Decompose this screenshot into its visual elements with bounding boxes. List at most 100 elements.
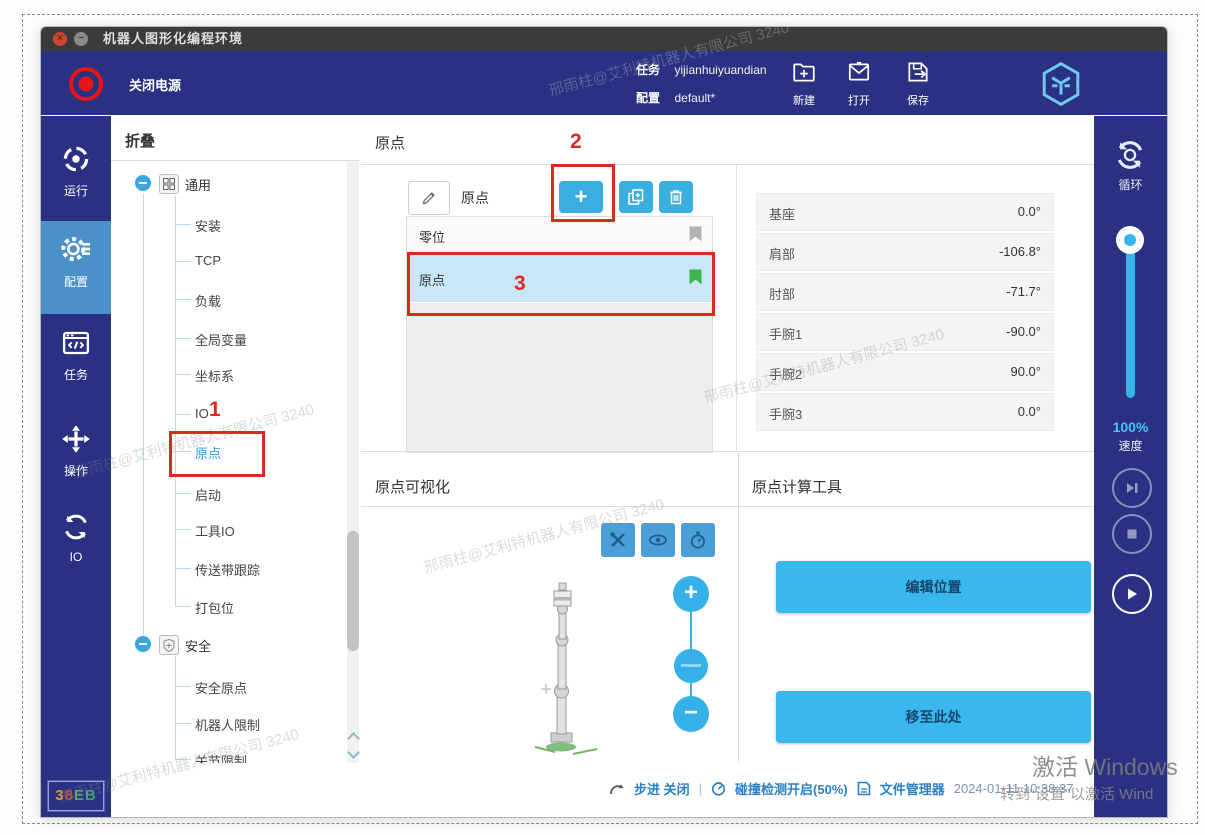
tools-panel-title: 原点计算工具 — [752, 476, 842, 497]
move-here-button[interactable]: 移至此处 — [776, 691, 1091, 743]
robot-3d-view[interactable] — [511, 571, 631, 761]
code-char: 3 — [55, 787, 64, 804]
window-title: 机器人图形化编程环境 — [103, 27, 243, 51]
sidebar-label-run: 运行 — [41, 182, 111, 199]
section-title: 原点 — [375, 132, 405, 153]
config-row: 配置 default* — [636, 89, 715, 107]
skip-end-icon — [1124, 480, 1140, 496]
delete-home-button[interactable] — [659, 181, 693, 213]
bookmark-gray-icon[interactable] — [689, 226, 702, 245]
rename-home-button[interactable] — [408, 181, 450, 215]
stop-button[interactable] — [1112, 514, 1152, 554]
sidebar-item-operate[interactable]: 操作 — [41, 424, 111, 479]
tree-item-coord-system[interactable]: 坐标系 — [111, 362, 347, 386]
loop-icon[interactable] — [1113, 138, 1147, 172]
tree-item-robot-limits[interactable]: 机器人限制 — [111, 711, 347, 735]
power-label[interactable]: 关闭电源 — [129, 75, 181, 94]
viz-visibility-button[interactable] — [641, 523, 675, 557]
home-section: 原点 原点 + — [361, 116, 1094, 764]
annotation-box-3 — [407, 252, 715, 316]
save-task-button[interactable]: 保存 — [891, 59, 945, 108]
collision-status[interactable]: 碰撞检测开启(50%) — [735, 779, 848, 798]
tree-collapse-header[interactable]: 折叠 — [125, 130, 155, 151]
annotation-number-3: 3 — [514, 272, 526, 296]
tree-item-payload[interactable]: 负载 — [111, 287, 347, 311]
step-end-button[interactable] — [1112, 468, 1152, 508]
tree-item-tool-io[interactable]: 工具IO — [111, 517, 347, 541]
tree-item-conveyor[interactable]: 传送带跟踪 — [111, 556, 347, 580]
edit-position-button[interactable]: 编辑位置 — [776, 561, 1091, 613]
settings-gear-icon — [60, 233, 92, 265]
joint-row-elbow: 肘部-71.7° — [756, 273, 1054, 311]
joint-row-base: 基座0.0° — [756, 193, 1054, 231]
speed-label: 速度 — [1094, 437, 1167, 454]
tree-item-install[interactable]: 安装 — [111, 212, 347, 236]
home-name: 零位 — [419, 227, 445, 246]
speed-slider-knob[interactable] — [1116, 226, 1144, 254]
activate-windows-watermark: 激活 Windows — [1032, 748, 1178, 782]
new-task-button[interactable]: 新建 — [777, 59, 831, 108]
tree-item-safe-home[interactable]: 安全原点 — [111, 674, 347, 698]
tree-group-label: 安全 — [185, 636, 211, 655]
zoom-in-button[interactable]: + — [673, 576, 709, 612]
tree-scrollbar-thumb[interactable] — [347, 531, 359, 651]
eye-icon — [648, 530, 668, 550]
duplicate-home-button[interactable] — [619, 181, 653, 213]
annotation-number-1: 1 — [209, 398, 221, 422]
zoom-slider-knob[interactable] — [674, 649, 708, 683]
viz-tools-button[interactable] — [601, 523, 635, 557]
divider — [361, 164, 1094, 165]
list-item-zero[interactable]: 零位 — [407, 217, 712, 256]
activate-windows-watermark-line2: 转到“设置”以激活 Wind — [1000, 783, 1153, 804]
tree-item-packing[interactable]: 打包位 — [111, 594, 347, 618]
sidebar-item-run[interactable]: 运行 — [41, 144, 111, 199]
power-icon[interactable] — [65, 63, 107, 105]
tree-group-general[interactable]: 通用 — [111, 171, 347, 195]
app-header: 关闭电源 任务 yijianhuiyuandian 配置 default* 新建 — [41, 51, 1167, 115]
tree-item-io[interactable]: IO — [111, 402, 347, 426]
play-button[interactable] — [1112, 574, 1152, 614]
sidebar-item-config[interactable]: 配置 — [41, 233, 111, 290]
app-window: × − 机器人图形化编程环境 关闭电源 任务 yijianhuiyuandian… — [40, 26, 1168, 818]
tree-item-global-vars[interactable]: 全局变量 — [111, 326, 347, 350]
open-task-button[interactable]: 打开 — [832, 59, 886, 108]
right-control-rail: 循环 100% 速度 — [1094, 116, 1167, 817]
status-divider: | — [699, 781, 702, 796]
speed-slider-track[interactable] — [1126, 243, 1135, 398]
collapse-expander-icon[interactable] — [135, 175, 151, 191]
stopwatch-icon — [688, 530, 708, 550]
tree-scrollbar-track[interactable] — [347, 161, 359, 763]
divider — [738, 452, 739, 763]
task-label: 任务 — [636, 63, 660, 77]
code-char: B — [85, 787, 97, 804]
joint-row-wrist2: 手腕290.0° — [756, 353, 1054, 391]
sidebar-item-io[interactable]: IO — [41, 512, 111, 564]
tree-connector — [175, 656, 176, 759]
minus-icon: − — [684, 699, 698, 726]
step-status[interactable]: 步进 关闭 — [634, 779, 690, 798]
sidebar-label-io: IO — [41, 550, 111, 564]
file-manager-link[interactable]: 文件管理器 — [880, 779, 945, 798]
sidebar-item-task[interactable]: 任务 — [41, 328, 111, 383]
tree-item-startup[interactable]: 启动 — [111, 481, 347, 505]
config-value: default* — [674, 91, 715, 105]
zoom-out-button[interactable]: − — [673, 696, 709, 732]
status-code-badge: 38EB — [48, 781, 104, 811]
crossed-tools-icon — [608, 530, 628, 550]
brand-logo-icon — [1039, 61, 1083, 107]
sidebar-label-operate: 操作 — [41, 462, 111, 479]
window-close-button[interactable]: × — [53, 32, 67, 46]
divider — [736, 165, 737, 451]
viz-reset-view-button[interactable] — [681, 523, 715, 557]
code-char: E — [74, 787, 85, 804]
tree-item-tcp[interactable]: TCP — [111, 249, 347, 273]
trash-icon — [667, 188, 685, 206]
tree-group-safety[interactable]: 安全 — [111, 632, 347, 656]
general-grid-icon — [159, 174, 179, 194]
collapse-expander-icon[interactable] — [135, 636, 151, 652]
divider — [361, 506, 1094, 507]
loop-label: 循环 — [1094, 176, 1167, 193]
pencil-icon — [421, 190, 437, 206]
window-minimize-button[interactable]: − — [74, 32, 88, 46]
code-window-icon — [61, 328, 91, 358]
